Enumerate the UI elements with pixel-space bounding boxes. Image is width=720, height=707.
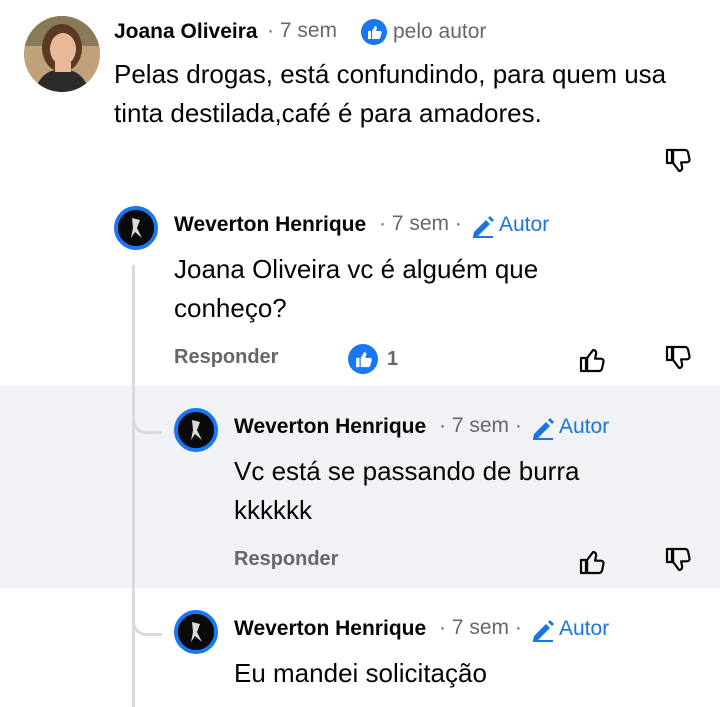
avatar-joana[interactable] xyxy=(24,16,100,92)
comment-time[interactable]: · 7 sem · xyxy=(439,414,522,438)
comment-text: Vc está se passando de burra kkkkkk xyxy=(234,456,580,525)
dislike-icon[interactable] xyxy=(664,344,692,374)
comment-text: Pelas drogas, está confundindo, para que… xyxy=(114,59,667,128)
pencil-icon xyxy=(470,213,496,239)
like-icon[interactable] xyxy=(578,344,606,374)
comment-author[interactable]: Weverton Henrique xyxy=(234,415,426,439)
reply-button[interactable]: Responder xyxy=(234,548,338,571)
dislike-icon[interactable] xyxy=(664,147,692,177)
profile-logo-icon xyxy=(178,412,214,448)
person-photo-icon xyxy=(24,16,100,92)
comment-time[interactable]: · 7 sem xyxy=(267,19,337,43)
comment-author[interactable]: Weverton Henrique xyxy=(174,213,366,237)
comment-time[interactable]: · 7 sem · xyxy=(439,616,522,640)
author-badge: Autor xyxy=(559,617,610,640)
thread-connector xyxy=(132,614,162,636)
avatar-weverton[interactable] xyxy=(174,610,218,654)
like-icon[interactable] xyxy=(578,546,606,576)
dislike-icon[interactable] xyxy=(664,546,692,576)
author-badge: Autor xyxy=(559,415,610,438)
reply-button[interactable]: Responder xyxy=(174,346,278,369)
comment-text: Eu mandei solicitação xyxy=(234,658,487,688)
like-count: 1 xyxy=(387,348,399,370)
author-badge: Autor xyxy=(499,213,550,236)
like-reaction-icon xyxy=(361,19,387,45)
profile-logo-icon xyxy=(178,614,214,650)
comment-author[interactable]: Weverton Henrique xyxy=(234,617,426,641)
comment-author[interactable]: Joana Oliveira xyxy=(114,20,258,44)
avatar-weverton[interactable] xyxy=(174,408,218,452)
like-reaction-icon[interactable] xyxy=(348,344,378,374)
pencil-icon xyxy=(530,617,556,643)
pencil-icon xyxy=(530,415,556,441)
comment-time[interactable]: · 7 sem · xyxy=(379,212,462,236)
comment-text: Joana Oliveira vc é alguém que conheço? xyxy=(174,254,539,323)
reaction-label: pelo autor xyxy=(393,20,487,43)
thread-connector xyxy=(132,412,162,434)
avatar-weverton[interactable] xyxy=(114,206,158,250)
profile-logo-icon xyxy=(118,210,154,246)
